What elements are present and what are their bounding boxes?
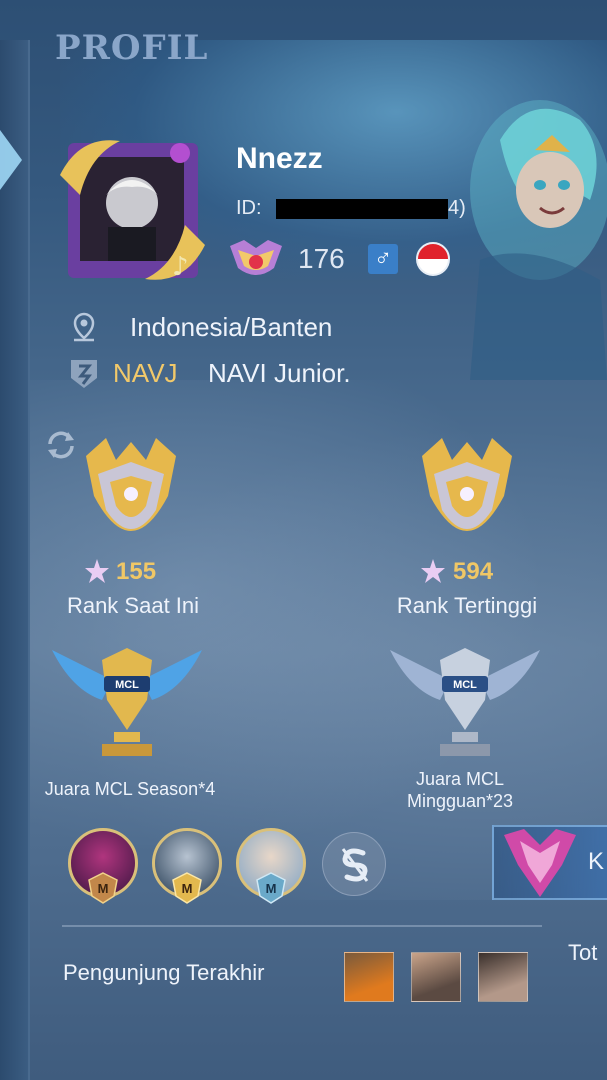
svg-text:M: M: [98, 881, 109, 896]
side-panel-text: K: [588, 848, 605, 875]
gender-male-icon: ♂: [368, 244, 398, 274]
player-location: Indonesia/Banten: [130, 312, 333, 342]
mcl-weekly-label-line2: Mingguan*23: [406, 791, 514, 811]
svg-text:♪: ♪: [172, 252, 189, 282]
player-id-redacted: [276, 199, 448, 219]
mcl-season-trophy-icon[interactable]: MCL: [52, 640, 202, 760]
back-arrow-icon[interactable]: [0, 130, 24, 190]
svg-text:M: M: [182, 881, 193, 896]
current-rank-emblem-icon[interactable]: [76, 436, 186, 566]
mcl-season-label: Juara MCL Season*4: [44, 779, 216, 799]
player-name: Nnezz: [236, 142, 323, 175]
side-total-label: Tot: [568, 940, 598, 965]
star-icon: [85, 559, 109, 583]
mcl-weekly-label-line1: Juara MCL: [415, 769, 505, 789]
level-badge-icon: [230, 240, 282, 275]
squad-name[interactable]: NAVI Junior.: [208, 358, 351, 389]
visitor-avatar-1[interactable]: [344, 952, 394, 1002]
location-pin-icon: [73, 312, 95, 342]
highest-rank-emblem-icon[interactable]: [412, 436, 522, 566]
mcl-weekly-label: Juara MCL Mingguan*23: [370, 768, 550, 812]
hero-mastery-badge-icon: M: [256, 872, 286, 904]
refresh-icon[interactable]: [44, 428, 78, 462]
svg-text:M: M: [266, 881, 277, 896]
highest-rank-stars: 594: [453, 558, 494, 585]
player-id-label: ID:: [236, 197, 262, 219]
player-level: 176: [298, 243, 345, 274]
mcl-weekly-trophy-icon[interactable]: MCL: [390, 640, 540, 760]
recent-visitors-label: Pengunjung Terakhir: [63, 960, 265, 985]
hero-mastery-badge-icon: M: [172, 872, 202, 904]
current-rank-stars: 155: [116, 558, 157, 585]
indonesia-flag-icon: [416, 242, 450, 276]
visitor-avatar-3[interactable]: [478, 952, 528, 1002]
page-title: PROFIL: [55, 28, 209, 68]
star-icon: [421, 559, 445, 583]
svg-text:MCL: MCL: [115, 679, 139, 691]
side-rank-emblem-icon: [504, 829, 576, 897]
hero-mastery-badge-icon: M: [88, 872, 118, 904]
squad-shield-icon: [71, 360, 97, 388]
hero-illustration: [470, 100, 607, 380]
highest-rank-label: Rank Tertinggi: [396, 593, 538, 618]
divider: [62, 925, 542, 927]
swap-icon: [341, 848, 369, 882]
player-id-tail: 4): [448, 197, 466, 219]
avatar[interactable]: ♪: [60, 135, 205, 285]
current-rank-label: Rank Saat Ini: [66, 593, 200, 618]
svg-text:MCL: MCL: [453, 679, 477, 691]
swap-heroes-button[interactable]: [322, 832, 386, 896]
squad-tag[interactable]: NAVJ: [113, 358, 178, 389]
visitor-avatar-2[interactable]: [411, 952, 461, 1002]
left-frame: [0, 40, 30, 1080]
